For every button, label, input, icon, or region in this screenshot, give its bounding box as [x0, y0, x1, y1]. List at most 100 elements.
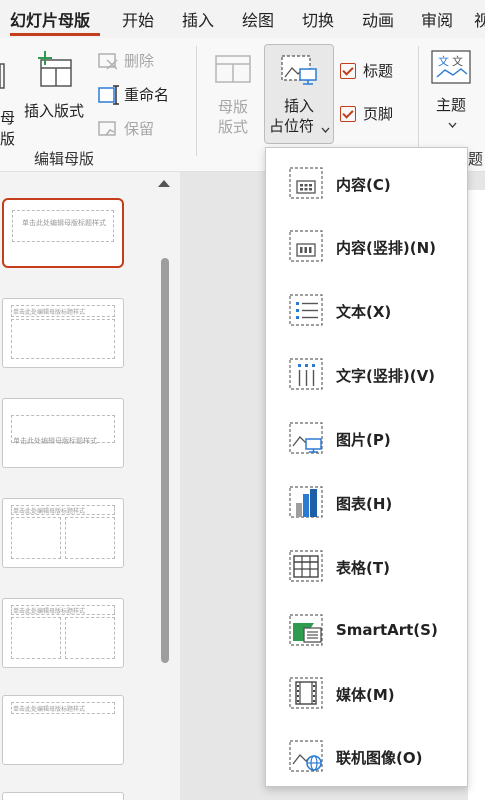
insert-layout-icon [38, 51, 72, 87]
thumbnails-scrollbar[interactable] [161, 258, 169, 663]
content-vertical-icon [289, 230, 323, 262]
menu-item-text-vertical[interactable]: 文字(竖排)(V) [266, 343, 467, 407]
footer-checkbox[interactable]: 页脚 [340, 103, 410, 125]
online-image-icon [289, 740, 323, 772]
menu-item-label: 内容(竖排)(N) [336, 239, 436, 257]
left-content-placeholder-thumb [11, 517, 61, 559]
thumbnail-title: 单击此处编辑母版标题样式 [13, 437, 97, 445]
slide-thumbnail[interactable]: 单击此处编辑母版标题样式 [2, 695, 124, 765]
slide-thumbnail[interactable]: 单击此处编辑母版标题样式 [2, 598, 124, 668]
thumbnail-title: 单击此处编辑母版标题样式 [13, 508, 86, 515]
preserve-button[interactable]: 保留 [98, 118, 168, 140]
menu-item-online-image[interactable]: 联机图像(O) [266, 725, 467, 789]
chevron-down-icon [321, 127, 330, 133]
preserve-icon [98, 121, 116, 136]
footer-check-icon [340, 106, 356, 122]
left-cutoff-label-1: 母 [0, 109, 16, 127]
tab-view[interactable]: 视 [474, 7, 485, 31]
thumbnail-title: 单击此处编辑母版标题样式 [13, 309, 86, 316]
tab-insert[interactable]: 插入 [182, 7, 214, 31]
text-icon [289, 294, 323, 326]
title-check-icon [340, 63, 356, 79]
tab-animations[interactable]: 动画 [362, 7, 394, 31]
preserve-label: 保留 [124, 120, 155, 138]
menu-item-label: 文本(X) [336, 303, 392, 321]
group-theme-cut-label: 题 [468, 150, 484, 168]
footer-checkbox-label: 页脚 [363, 105, 394, 123]
slide-edge [468, 190, 485, 800]
menu-item-label: 媒体(M) [336, 686, 395, 704]
insert-placeholder-button[interactable]: 插入 占位符 [264, 44, 334, 144]
slide-thumbnail[interactable]: 单击此处编辑母版标题样式 [2, 198, 124, 268]
master-layout-label-1: 母版 [218, 98, 249, 116]
svg-text:文: 文 [452, 54, 463, 68]
left-cutoff-label-2: 版 [0, 130, 16, 148]
scroll-up-arrow-icon[interactable] [158, 180, 170, 187]
media-icon [289, 677, 323, 709]
tab-draw[interactable]: 绘图 [242, 7, 274, 31]
menu-item-label: 内容(C) [336, 176, 391, 194]
tab-home[interactable]: 开始 [122, 7, 154, 31]
slide-thumbnail[interactable]: 单击此处编辑母版标题样式 [2, 498, 124, 568]
title-checkbox-label: 标题 [363, 62, 394, 80]
master-layout-icon [215, 55, 251, 83]
menu-item-label: 文字(竖排)(V) [336, 367, 436, 385]
tab-transitions[interactable]: 切换 [302, 7, 334, 31]
menu-item-content-vertical[interactable]: 内容(竖排)(N) [266, 215, 467, 279]
master-layout-button[interactable]: 母版 版式 [204, 46, 262, 136]
menu-item-label: 联机图像(O) [336, 749, 423, 767]
insert-placeholder-label-2: 占位符 [269, 117, 315, 135]
smartart-icon [289, 614, 323, 646]
insert-placeholder-icon [281, 55, 317, 85]
ribbon-separator-2 [418, 46, 419, 156]
menu-item-media[interactable]: 媒体(M) [266, 662, 467, 726]
tab-slide-master[interactable]: 幻灯片母版 [10, 7, 90, 31]
picture-icon [289, 422, 323, 454]
menu-item-chart[interactable]: 图表(H) [266, 471, 467, 535]
right-content-placeholder-thumb [65, 517, 115, 559]
menu-item-text[interactable]: 文本(X) [266, 279, 467, 343]
menu-item-picture[interactable]: 图片(P) [266, 407, 467, 471]
rename-icon [98, 85, 119, 105]
tab-review[interactable]: 审阅 [421, 7, 453, 31]
rename-label: 重命名 [124, 86, 170, 104]
menu-item-label: 表格(T) [336, 559, 390, 577]
menu-item-content[interactable]: 内容(C) [266, 152, 467, 216]
delete-icon [98, 53, 118, 70]
delete-label: 删除 [124, 52, 155, 70]
menu-item-label: 图表(H) [336, 495, 393, 513]
theme-button[interactable]: 文 文 主题 [428, 46, 478, 136]
delete-button[interactable]: 删除 [98, 50, 168, 72]
menu-item-table[interactable]: 表格(T) [266, 535, 467, 599]
thumbnail-title: 单击此处编辑母版标题样式 [13, 706, 86, 713]
group-edit-master-label: 编辑母版 [34, 150, 95, 168]
content-placeholder-thumb [11, 319, 115, 359]
ribbon-tabs: 幻灯片母版 开始 插入 绘图 切换 动画 审阅 视 [0, 0, 485, 38]
svg-text:文: 文 [438, 54, 449, 68]
theme-chevron-icon [448, 122, 457, 128]
master-layout-label-2: 版式 [218, 118, 249, 136]
chart-icon [289, 486, 323, 518]
active-tab-indicator [10, 33, 100, 36]
insert-placeholder-menu: 内容(C) 内容(竖排)(N) 文本(X) 文字(竖排)(V) 图片(P) 图表… [265, 147, 468, 787]
title-checkbox[interactable]: 标题 [340, 60, 410, 82]
left-content-placeholder-thumb [11, 617, 61, 659]
menu-item-label: SmartArt(S) [336, 621, 438, 639]
slide-thumbnail[interactable]: 单击此处编辑母版标题样式 [2, 398, 124, 468]
content-icon [289, 167, 323, 199]
menu-item-smartart[interactable]: SmartArt(S) [266, 599, 467, 663]
rename-button[interactable]: 重命名 [98, 84, 178, 106]
slide-master-icon [0, 63, 5, 89]
menu-item-label: 图片(P) [336, 431, 391, 449]
text-vertical-icon [289, 358, 323, 390]
slide-thumbnail[interactable] [2, 792, 124, 800]
ribbon-separator-1 [196, 46, 197, 156]
thumbnail-title: 单击此处编辑母版标题样式 [22, 219, 106, 227]
table-icon [289, 550, 323, 582]
insert-layout-button[interactable]: 插入版式 [20, 44, 92, 132]
insert-layout-label: 插入版式 [24, 102, 85, 120]
left-cutoff-button[interactable]: 母 版 [0, 52, 18, 148]
slide-thumbnail[interactable]: 单击此处编辑母版标题样式 [2, 298, 124, 368]
insert-placeholder-label-1: 插入 [284, 97, 315, 115]
theme-label: 主题 [436, 96, 467, 114]
